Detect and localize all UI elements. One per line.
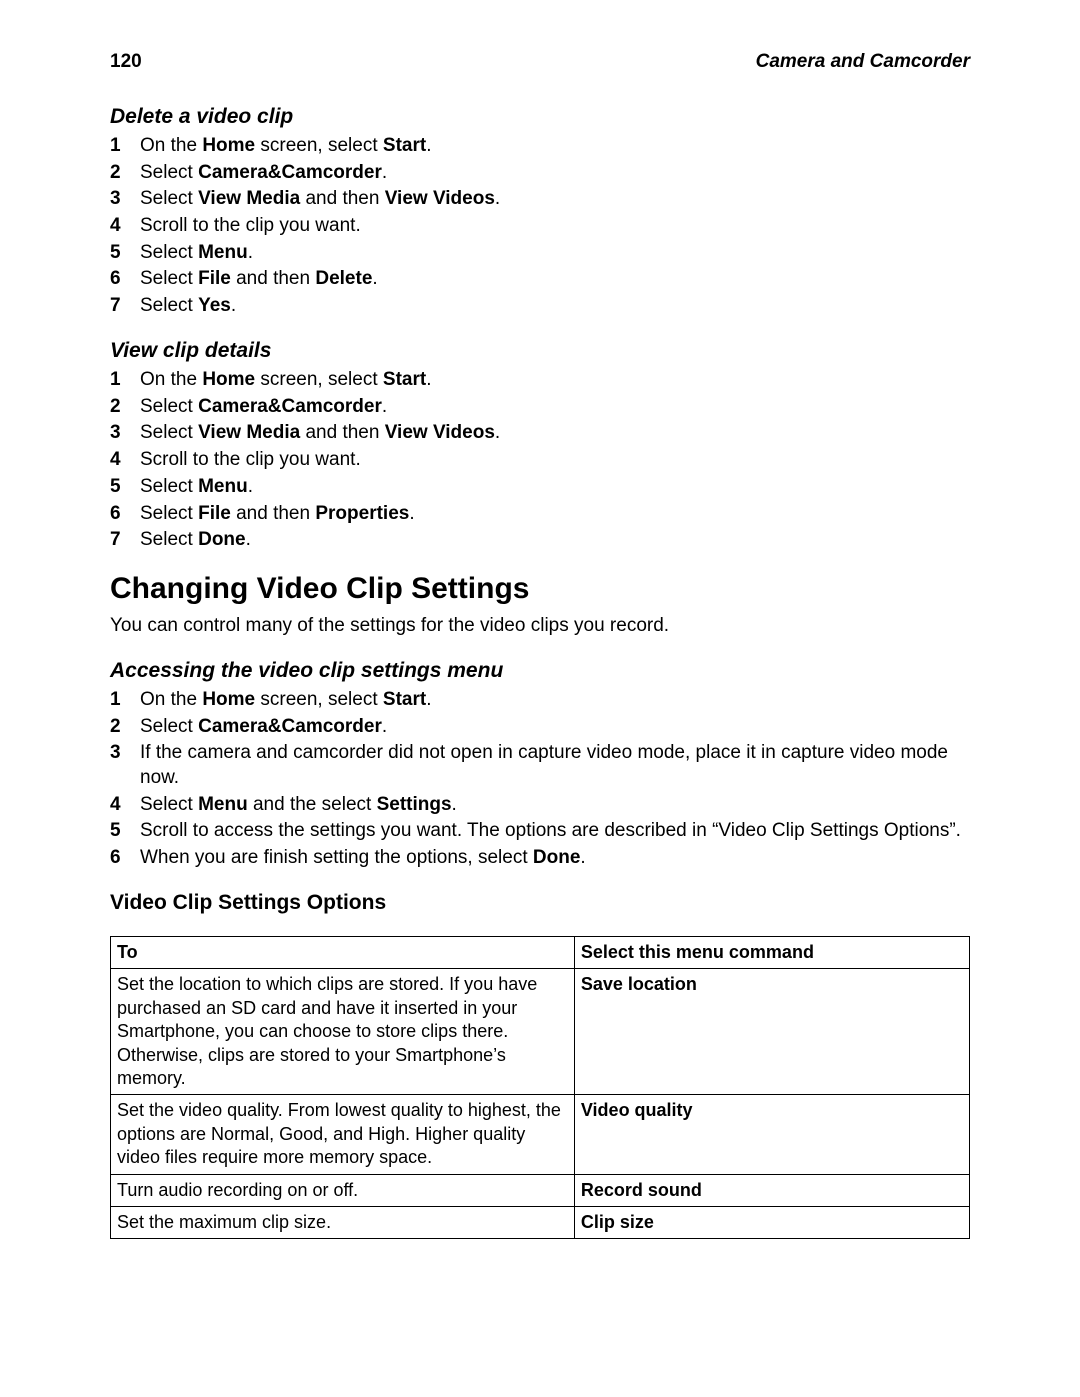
step-item: 2Select Camera&Camcorder. xyxy=(110,395,970,420)
table-cell-description: Set the maximum clip size. xyxy=(111,1206,575,1238)
step-text: Scroll to access the settings you want. … xyxy=(140,819,970,844)
step-number: 7 xyxy=(110,294,140,319)
step-text: Select Camera&Camcorder. xyxy=(140,715,970,740)
step-number: 1 xyxy=(110,688,140,713)
step-number: 5 xyxy=(110,475,140,500)
step-number: 3 xyxy=(110,421,140,446)
step-text: Select File and then Properties. xyxy=(140,502,970,527)
step-item: 3If the camera and camcorder did not ope… xyxy=(110,741,970,790)
table-cell-command: Video quality xyxy=(574,1095,969,1174)
step-number: 3 xyxy=(110,187,140,212)
step-text: On the Home screen, select Start. xyxy=(140,688,970,713)
step-text: When you are finish setting the options,… xyxy=(140,846,970,871)
step-item: 7Select Done. xyxy=(110,528,970,553)
table-header-cell: Select this menu command xyxy=(574,937,969,969)
step-text: Scroll to the clip you want. xyxy=(140,214,970,239)
step-number: 7 xyxy=(110,528,140,553)
step-item: 6Select File and then Delete. xyxy=(110,267,970,292)
step-text: Select Yes. xyxy=(140,294,970,319)
step-text: Select Menu and the select Settings. xyxy=(140,793,970,818)
step-text: Select Camera&Camcorder. xyxy=(140,161,970,186)
table-cell-command: Save location xyxy=(574,969,969,1095)
step-text: Scroll to the clip you want. xyxy=(140,448,970,473)
step-item: 2Select Camera&Camcorder. xyxy=(110,715,970,740)
section-heading: Changing Video Clip Settings xyxy=(110,569,970,608)
table-row: Set the location to which clips are stor… xyxy=(111,969,970,1095)
section-intro: You can control many of the settings for… xyxy=(110,614,970,639)
page-header: 120 Camera and Camcorder xyxy=(110,50,970,75)
step-number: 6 xyxy=(110,846,140,871)
table-row: Turn audio recording on or off.Record so… xyxy=(111,1174,970,1206)
section-heading: Delete a video clip xyxy=(110,103,970,130)
step-item: 7Select Yes. xyxy=(110,294,970,319)
step-number: 6 xyxy=(110,267,140,292)
table-cell-description: Turn audio recording on or off. xyxy=(111,1174,575,1206)
table-cell-description: Set the video quality. From lowest quali… xyxy=(111,1095,575,1174)
step-text: Select View Media and then View Videos. xyxy=(140,187,970,212)
table-cell-command: Clip size xyxy=(574,1206,969,1238)
step-number: 1 xyxy=(110,368,140,393)
section-heading: Accessing the video clip settings menu xyxy=(110,657,970,684)
step-number: 4 xyxy=(110,448,140,473)
step-text: Select Camera&Camcorder. xyxy=(140,395,970,420)
step-item: 6Select File and then Properties. xyxy=(110,502,970,527)
step-list: 1On the Home screen, select Start.2Selec… xyxy=(110,368,970,553)
table-header-cell: To xyxy=(111,937,575,969)
step-number: 1 xyxy=(110,134,140,159)
step-number: 3 xyxy=(110,741,140,766)
step-item: 2Select Camera&Camcorder. xyxy=(110,161,970,186)
step-item: 3Select View Media and then View Videos. xyxy=(110,187,970,212)
step-text: On the Home screen, select Start. xyxy=(140,134,970,159)
table-row: Set the maximum clip size.Clip size xyxy=(111,1206,970,1238)
document-page: 120 Camera and Camcorder Delete a video … xyxy=(0,0,1080,1397)
table-header-row: ToSelect this menu command xyxy=(111,937,970,969)
step-item: 1On the Home screen, select Start. xyxy=(110,134,970,159)
step-number: 4 xyxy=(110,214,140,239)
step-number: 5 xyxy=(110,241,140,266)
table-row: Set the video quality. From lowest quali… xyxy=(111,1095,970,1174)
step-text: Select Menu. xyxy=(140,475,970,500)
step-number: 2 xyxy=(110,395,140,420)
step-number: 5 xyxy=(110,819,140,844)
step-item: 5Select Menu. xyxy=(110,475,970,500)
options-table: ToSelect this menu commandSet the locati… xyxy=(110,936,970,1239)
table-cell-description: Set the location to which clips are stor… xyxy=(111,969,575,1095)
step-list: 1On the Home screen, select Start.2Selec… xyxy=(110,688,970,871)
step-text: If the camera and camcorder did not open… xyxy=(140,741,970,790)
step-item: 4Scroll to the clip you want. xyxy=(110,214,970,239)
page-content: Delete a video clip1On the Home screen, … xyxy=(110,103,970,1240)
step-item: 4Select Menu and the select Settings. xyxy=(110,793,970,818)
step-item: 4Scroll to the clip you want. xyxy=(110,448,970,473)
section-heading: View clip details xyxy=(110,337,970,364)
step-item: 1On the Home screen, select Start. xyxy=(110,368,970,393)
step-item: 5Scroll to access the settings you want.… xyxy=(110,819,970,844)
page-number: 120 xyxy=(110,50,142,75)
step-number: 2 xyxy=(110,715,140,740)
step-list: 1On the Home screen, select Start.2Selec… xyxy=(110,134,970,319)
table-cell-command: Record sound xyxy=(574,1174,969,1206)
step-item: 6When you are finish setting the options… xyxy=(110,846,970,871)
section-heading: Video Clip Settings Options xyxy=(110,889,970,916)
step-item: 3Select View Media and then View Videos. xyxy=(110,421,970,446)
step-item: 5Select Menu. xyxy=(110,241,970,266)
chapter-title: Camera and Camcorder xyxy=(756,50,970,75)
step-text: Select File and then Delete. xyxy=(140,267,970,292)
step-number: 2 xyxy=(110,161,140,186)
step-number: 4 xyxy=(110,793,140,818)
step-item: 1On the Home screen, select Start. xyxy=(110,688,970,713)
step-text: On the Home screen, select Start. xyxy=(140,368,970,393)
step-text: Select View Media and then View Videos. xyxy=(140,421,970,446)
step-text: Select Menu. xyxy=(140,241,970,266)
step-text: Select Done. xyxy=(140,528,970,553)
step-number: 6 xyxy=(110,502,140,527)
